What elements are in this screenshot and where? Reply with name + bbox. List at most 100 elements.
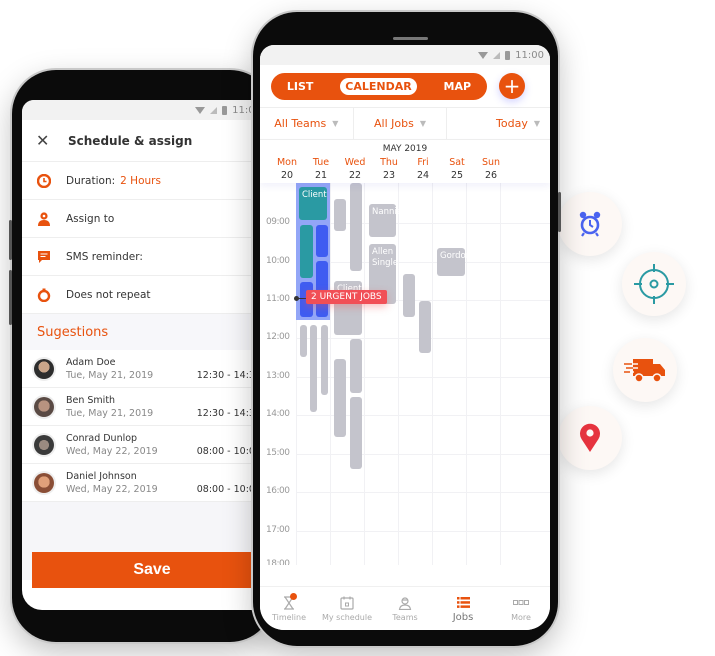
tab-calendar[interactable]: CALENDAR bbox=[340, 77, 417, 95]
tab-label: My schedule bbox=[321, 613, 373, 622]
day-date: 21 bbox=[314, 170, 328, 181]
day-date: 25 bbox=[450, 170, 464, 181]
job-event[interactable]: Gordon bbox=[437, 248, 471, 276]
urgent-jobs-badge[interactable]: 2 URGENT JOBS bbox=[306, 290, 387, 304]
job-event[interactable] bbox=[350, 339, 362, 393]
avatar bbox=[34, 396, 54, 417]
teams-filter-label: All Teams bbox=[274, 117, 327, 130]
hour-label: 13:00 bbox=[266, 371, 290, 381]
suggestions-title: Sugestions bbox=[22, 314, 267, 350]
repeat-row[interactable]: Does not repeat › bbox=[22, 276, 267, 314]
hour-label: 17:00 bbox=[266, 525, 290, 535]
person-icon bbox=[36, 211, 52, 227]
alarm-clock-icon bbox=[579, 211, 601, 237]
hour-label: 12:00 bbox=[266, 332, 290, 342]
tab-label: Timeline bbox=[271, 613, 306, 622]
duration-row[interactable]: Duration: 2 Hours › bbox=[22, 162, 267, 200]
target-icon bbox=[634, 264, 674, 304]
suggestion-name: Daniel Johnson bbox=[66, 470, 137, 482]
suggestion-name: Adam Doe bbox=[66, 356, 116, 368]
job-event[interactable] bbox=[316, 261, 328, 317]
job-event[interactable] bbox=[334, 199, 346, 231]
tab-map[interactable]: MAP bbox=[439, 78, 477, 95]
assign-row[interactable]: Assign to › bbox=[22, 200, 267, 238]
suggestion-item[interactable]: Ben Smith Tue, May 21, 2019 12:30 - 14:3… bbox=[22, 388, 267, 426]
tab-more[interactable]: More bbox=[492, 587, 550, 630]
day-name: Wed bbox=[344, 157, 366, 168]
suggestion-time: 12:30 - 14:30 bbox=[196, 370, 261, 381]
job-event[interactable] bbox=[334, 359, 346, 437]
day-column-header[interactable]: Sun 26 bbox=[474, 157, 508, 181]
bottom-tab-bar: Timeline My schedule Teams Jobs More bbox=[260, 586, 550, 630]
suggestion-item[interactable]: Conrad Dunlop Wed, May 22, 2019 08:00 - … bbox=[22, 426, 267, 464]
wifi-icon bbox=[195, 106, 206, 114]
grid-line bbox=[432, 183, 433, 565]
day-date: 22 bbox=[348, 170, 362, 181]
speaker bbox=[393, 37, 428, 40]
job-event[interactable] bbox=[300, 325, 307, 357]
calendar-grid[interactable]: 09:00 10:00 11:00 12:00 13:00 14:00 15:0… bbox=[260, 183, 550, 565]
date-filter-label: Today bbox=[496, 117, 528, 130]
job-event[interactable] bbox=[300, 225, 313, 278]
day-date: 26 bbox=[484, 170, 498, 181]
hour-label: 15:00 bbox=[266, 448, 290, 458]
suggestion-item[interactable]: Adam Doe Tue, May 21, 2019 12:30 - 14:30 bbox=[22, 350, 267, 388]
tab-jobs[interactable]: Jobs bbox=[434, 587, 492, 630]
job-event[interactable] bbox=[310, 325, 317, 412]
teams-filter[interactable]: All Teams ▼ bbox=[260, 108, 354, 139]
day-column-header[interactable]: Thu 23 bbox=[372, 157, 406, 181]
hour-label: 14:00 bbox=[266, 409, 290, 419]
job-event[interactable] bbox=[350, 397, 362, 469]
repeat-icon bbox=[36, 287, 52, 303]
day-column-header[interactable]: Sat 25 bbox=[440, 157, 474, 181]
chevron-down-icon: ▼ bbox=[533, 119, 541, 128]
add-button[interactable]: + bbox=[499, 73, 525, 99]
grid-line bbox=[330, 183, 331, 565]
day-column-header[interactable]: Wed 22 bbox=[338, 157, 372, 181]
left-phone: 11:00 ✕ Schedule & assign Duration: 2 Ho… bbox=[9, 70, 274, 642]
day-column-header[interactable]: Mon 20 bbox=[270, 157, 304, 181]
job-event[interactable] bbox=[403, 274, 415, 317]
tab-label: More bbox=[511, 613, 531, 622]
day-date: 24 bbox=[416, 170, 430, 181]
target-feature-bubble bbox=[622, 252, 686, 316]
job-event[interactable] bbox=[419, 301, 431, 353]
grid-line bbox=[296, 531, 550, 532]
sms-row[interactable]: SMS reminder: › bbox=[22, 238, 267, 276]
grid-line bbox=[398, 183, 399, 565]
tab-label: Jobs bbox=[452, 612, 474, 623]
date-filter[interactable]: Today ▼ bbox=[447, 108, 550, 139]
chevron-down-icon: ▼ bbox=[332, 119, 339, 128]
save-button[interactable]: Save bbox=[32, 552, 267, 588]
suggestion-item[interactable]: Daniel Johnson Wed, May 22, 2019 08:00 -… bbox=[22, 464, 267, 502]
suggestion-date: Wed, May 22, 2019 bbox=[66, 483, 158, 495]
job-event[interactable]: Nannie bbox=[369, 204, 402, 237]
day-column-header[interactable]: Fri 24 bbox=[406, 157, 440, 181]
assign-label: Assign to bbox=[66, 212, 115, 225]
grid-line bbox=[296, 262, 550, 263]
suggestion-date: Wed, May 22, 2019 bbox=[66, 445, 158, 457]
more-icon bbox=[513, 595, 529, 611]
job-event[interactable] bbox=[350, 183, 362, 271]
tab-teams[interactable]: Teams bbox=[376, 587, 434, 630]
day-date: 23 bbox=[382, 170, 396, 181]
tab-list[interactable]: LIST bbox=[282, 78, 319, 95]
jobs-filter-label: All Jobs bbox=[374, 117, 414, 130]
tab-timeline[interactable]: Timeline bbox=[260, 587, 318, 630]
job-event[interactable] bbox=[316, 225, 328, 257]
left-screen: 11:00 ✕ Schedule & assign Duration: 2 Ho… bbox=[22, 100, 267, 610]
tab-my-schedule[interactable]: My schedule bbox=[318, 587, 376, 630]
location-pin-icon bbox=[580, 423, 600, 452]
day-name: Thu bbox=[380, 157, 398, 168]
grid-line bbox=[296, 492, 550, 493]
day-column-header[interactable]: Tue 21 bbox=[304, 157, 338, 181]
job-event[interactable] bbox=[321, 325, 328, 395]
job-event[interactable]: Client bbox=[299, 187, 327, 220]
status-bar: 11:00 bbox=[22, 100, 267, 120]
worker-icon bbox=[398, 595, 412, 611]
repeat-label: Does not repeat bbox=[66, 288, 151, 301]
side-button bbox=[558, 192, 561, 232]
day-name: Fri bbox=[417, 157, 429, 168]
jobs-filter[interactable]: All Jobs ▼ bbox=[354, 108, 448, 139]
close-icon[interactable]: ✕ bbox=[36, 131, 62, 150]
